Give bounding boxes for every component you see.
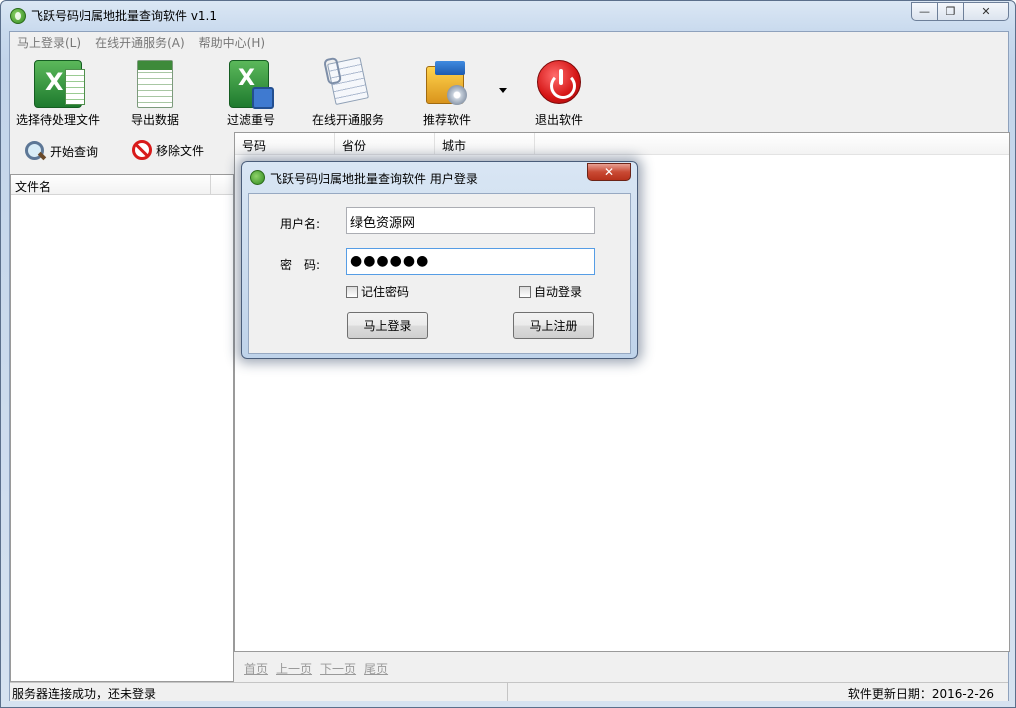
recommend-software-button[interactable]: 推荐软件	[412, 56, 482, 128]
remember-password-box[interactable]	[346, 285, 358, 298]
open-service-label: 在线开通服务	[311, 113, 384, 127]
left-panel: 开始查询 移除文件 文件名	[10, 130, 234, 682]
left-toolbar: 开始查询 移除文件	[10, 130, 234, 170]
software-box-icon	[426, 61, 467, 105]
username-input[interactable]: 绿色资源网	[346, 207, 595, 234]
select-file-label: 选择待处理文件	[15, 113, 100, 127]
exit-software-button[interactable]: 退出软件	[524, 56, 594, 128]
recommend-software-label: 推荐软件	[422, 113, 471, 127]
register-button[interactable]: 马上注册	[513, 312, 594, 339]
document-icon	[327, 56, 369, 106]
client-area: 马上登录(L) 在线开通服务(A) 帮助中心(H) 选择待处理文件 导出数据 过…	[9, 31, 1010, 701]
remember-password-label: 记住密码	[361, 285, 410, 299]
file-list-header: 文件名	[11, 175, 233, 195]
status-bar: 服务器连接成功，还未登录 软件更新日期：2016-2-26	[10, 682, 1008, 701]
window-controls: — ❐ ✕	[911, 2, 1009, 21]
toolbar: 选择待处理文件 导出数据 过滤重号 在线开通服务 推荐软件 退出软件	[10, 52, 1008, 130]
export-data-label: 导出数据	[130, 113, 179, 127]
column-header-city[interactable]: 城市	[435, 133, 535, 154]
menu-bar: 马上登录(L) 在线开通服务(A) 帮助中心(H)	[10, 32, 1008, 52]
dialog-title: 飞跃号码归属地批量查询软件 用户登录	[270, 172, 478, 186]
password-input[interactable]: ●●●●●●	[346, 248, 595, 275]
close-button[interactable]: ✕	[963, 2, 1009, 21]
auto-login-box[interactable]	[519, 285, 531, 298]
app-window: 飞跃号码归属地批量查询软件 v1.1 — ❐ ✕ 马上登录(L) 在线开通服务(…	[0, 0, 1016, 708]
column-header-number[interactable]: 号码	[235, 133, 335, 154]
magnifier-icon	[24, 140, 46, 162]
login-dialog: 飞跃号码归属地批量查询软件 用户登录 ✕ 用户名: 绿色资源网 密 码: ●●●…	[241, 161, 638, 359]
open-service-button[interactable]: 在线开通服务	[306, 56, 390, 128]
pager-last-link[interactable]: 尾页	[364, 660, 388, 677]
excel-filter-icon	[229, 60, 274, 109]
file-list[interactable]: 文件名	[10, 174, 234, 682]
status-connection: 服务器连接成功，还未登录	[10, 683, 508, 701]
pager: 首页 上一页 下一页 尾页	[234, 656, 1010, 680]
exit-software-label: 退出软件	[534, 113, 583, 127]
window-title: 飞跃号码归属地批量查询软件 v1.1	[31, 9, 218, 23]
select-file-button[interactable]: 选择待处理文件	[12, 56, 104, 128]
prohibit-icon	[132, 140, 152, 160]
column-header-filename[interactable]: 文件名	[11, 175, 211, 194]
export-data-button[interactable]: 导出数据	[120, 56, 190, 128]
filter-duplicates-button[interactable]: 过滤重号	[216, 56, 286, 128]
pager-first-link[interactable]: 首页	[244, 660, 268, 677]
excel-icon	[34, 60, 85, 108]
auto-login-checkbox[interactable]: 自动登录	[519, 283, 582, 300]
login-form: 用户名: 绿色资源网 密 码: ●●●●●● 记住密码 自动登录 马上登录 马上…	[248, 193, 631, 354]
menu-login[interactable]: 马上登录(L)	[17, 34, 81, 51]
minimize-button[interactable]: —	[911, 2, 938, 21]
power-icon	[537, 60, 581, 104]
dialog-logo-icon	[250, 170, 265, 185]
recommend-dropdown-icon[interactable]	[499, 88, 507, 93]
remember-password-checkbox[interactable]: 记住密码	[346, 283, 409, 300]
remove-file-button[interactable]: 移除文件	[132, 140, 204, 160]
password-label: 密 码:	[280, 258, 321, 272]
column-header-province[interactable]: 省份	[335, 133, 435, 154]
remove-file-label: 移除文件	[156, 143, 205, 158]
menu-open-service[interactable]: 在线开通服务(A)	[95, 34, 185, 51]
spreadsheet-icon	[137, 60, 173, 108]
filter-duplicates-label: 过滤重号	[226, 113, 275, 127]
status-update-date: 软件更新日期：2016-2-26	[847, 687, 994, 701]
login-button[interactable]: 马上登录	[347, 312, 428, 339]
app-logo-icon	[10, 8, 26, 24]
start-query-button[interactable]: 开始查询	[24, 140, 98, 162]
pager-next-link[interactable]: 下一页	[320, 660, 356, 677]
menu-help[interactable]: 帮助中心(H)	[199, 34, 265, 51]
pager-prev-link[interactable]: 上一页	[276, 660, 312, 677]
title-bar[interactable]: 飞跃号码归属地批量查询软件 v1.1 — ❐ ✕	[1, 1, 1015, 30]
dialog-close-button[interactable]: ✕	[587, 163, 631, 181]
maximize-button[interactable]: ❐	[937, 2, 964, 21]
results-grid-header: 号码 省份 城市	[235, 133, 1009, 155]
username-label: 用户名:	[280, 217, 321, 231]
start-query-label: 开始查询	[50, 144, 99, 159]
auto-login-label: 自动登录	[534, 285, 583, 299]
